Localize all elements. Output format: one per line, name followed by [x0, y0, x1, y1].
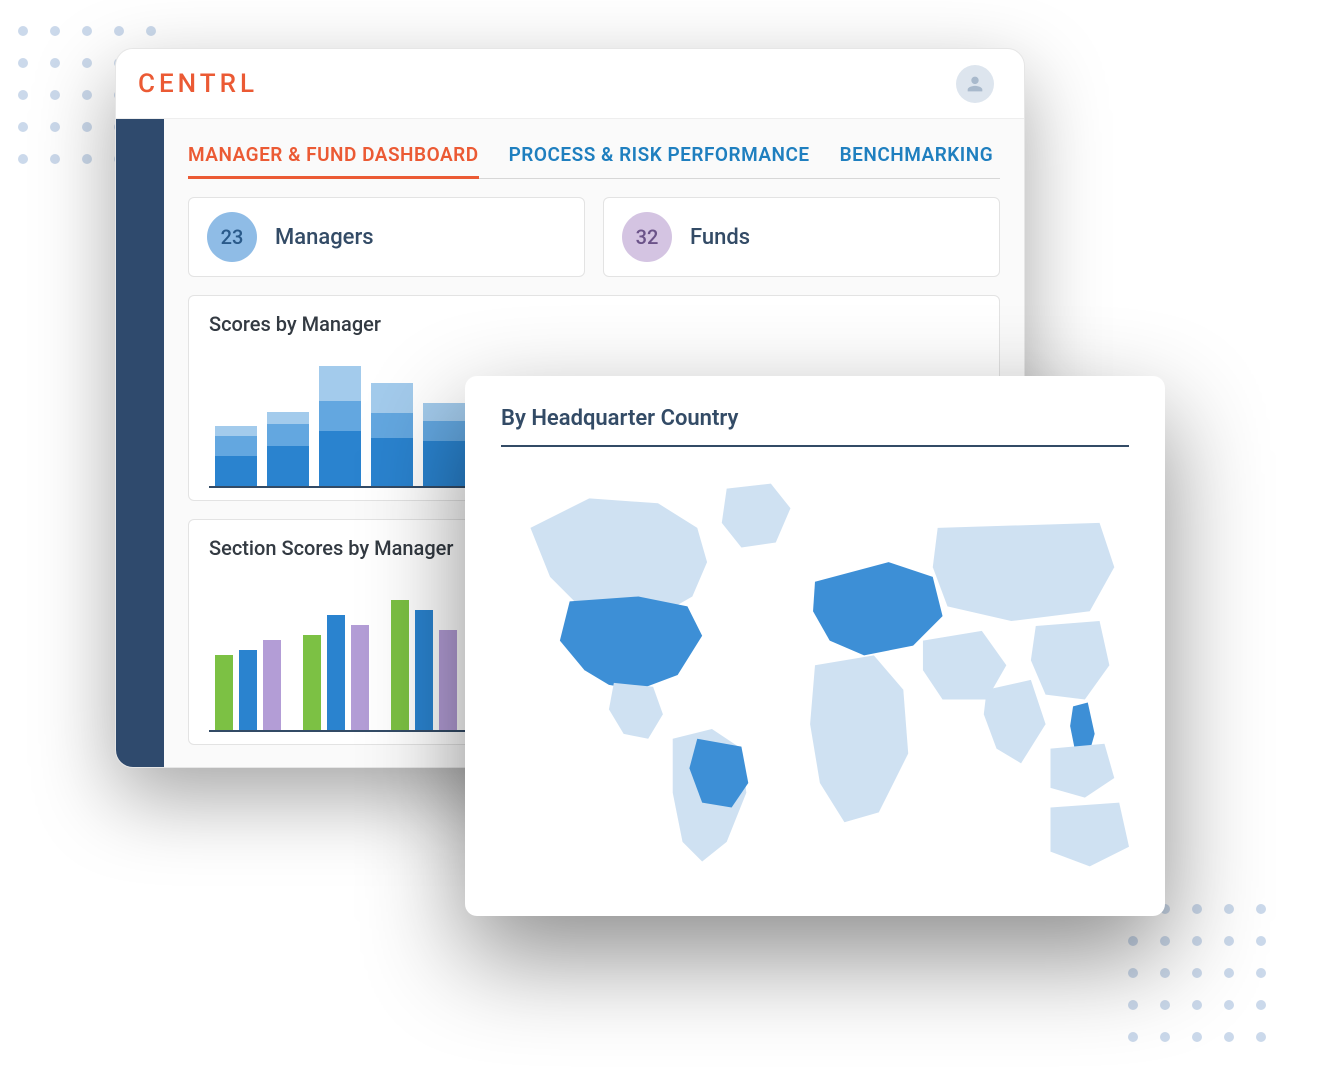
funds-count-badge: 32 — [622, 212, 672, 262]
region-greenland — [722, 484, 791, 548]
managers-label: Managers — [275, 225, 374, 250]
stat-card-managers[interactable]: 23 Managers — [188, 197, 585, 277]
tab-process-risk-performance[interactable]: PROCESS & RISK PERFORMANCE — [509, 137, 810, 178]
region-se-asia-islands — [1051, 744, 1115, 798]
stacked-bar — [371, 383, 413, 486]
bar-triplet — [303, 615, 369, 730]
brand-logo: CENTRL — [138, 69, 258, 99]
titlebar: CENTRL — [116, 49, 1024, 119]
funds-label: Funds — [690, 225, 750, 250]
overlay-title: By Headquarter Country — [501, 406, 1129, 447]
tab-bar: MANAGER & FUND DASHBOARD PROCESS & RISK … — [188, 137, 1000, 179]
bar-triplet — [215, 640, 281, 730]
region-australia — [1051, 803, 1130, 867]
region-russia — [933, 523, 1115, 621]
tab-manager-fund-dashboard[interactable]: MANAGER & FUND DASHBOARD — [188, 137, 479, 179]
decorative-dots-bottom-right — [1128, 904, 1266, 1042]
stacked-bar — [319, 366, 361, 486]
managers-count-badge: 23 — [207, 212, 257, 262]
overlay-map-card: By Headquarter Country — [465, 376, 1165, 916]
stacked-bar — [215, 426, 257, 486]
stacked-bar — [267, 412, 309, 486]
bar-triplet — [391, 600, 457, 730]
region-east-asia — [1031, 621, 1110, 700]
sidebar — [116, 119, 164, 767]
region-south-asia — [984, 680, 1046, 763]
stat-card-funds[interactable]: 32 Funds — [603, 197, 1000, 277]
region-mexico-central — [609, 683, 663, 739]
tab-benchmarking[interactable]: BENCHMARKING — [840, 137, 994, 178]
region-africa — [810, 655, 908, 822]
world-map[interactable] — [501, 465, 1129, 885]
user-avatar[interactable] — [956, 65, 994, 103]
region-usa — [560, 597, 702, 690]
chart-title: Scores by Manager — [209, 312, 979, 336]
stacked-bar — [423, 403, 465, 486]
user-icon — [964, 73, 986, 95]
world-map-svg — [501, 465, 1129, 885]
